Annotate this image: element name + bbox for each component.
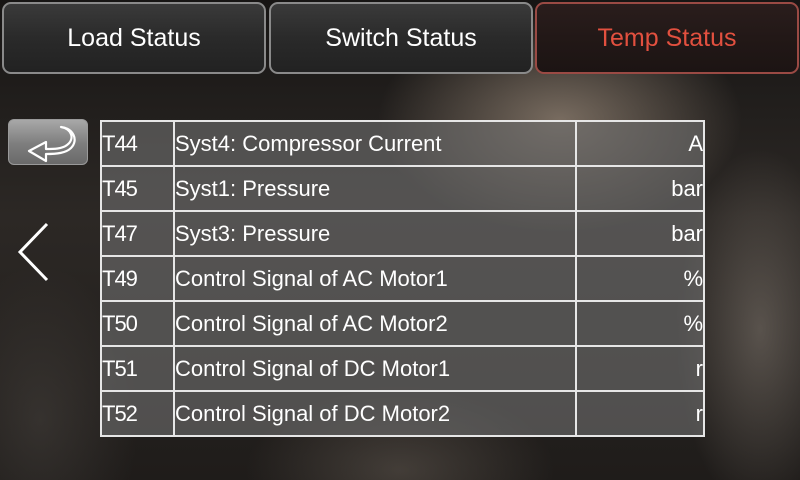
row-unit: % <box>575 300 705 347</box>
table-row: T49 Control Signal of AC Motor1 % <box>100 255 705 302</box>
tab-load-status[interactable]: Load Status <box>2 2 266 74</box>
row-name: Control Signal of DC Motor2 <box>173 390 577 437</box>
table-row: T51 Control Signal of DC Motor1 r <box>100 345 705 392</box>
tab-label: Switch Status <box>325 23 477 52</box>
row-code: T47 <box>100 210 175 257</box>
row-code: T52 <box>100 390 175 437</box>
row-name: Control Signal of DC Motor1 <box>173 345 577 392</box>
row-code: T44 <box>100 120 175 167</box>
temp-status-table: T44 Syst4: Compressor Current A T45 Syst… <box>100 120 705 437</box>
row-code: T45 <box>100 165 175 212</box>
row-name: Control Signal of AC Motor2 <box>173 300 577 347</box>
row-name: Syst3: Pressure <box>173 210 577 257</box>
row-code: T51 <box>100 345 175 392</box>
table-row: T50 Control Signal of AC Motor2 % <box>100 300 705 347</box>
table-row: T44 Syst4: Compressor Current A <box>100 120 705 167</box>
row-unit: r <box>575 390 705 437</box>
row-unit: A <box>575 120 705 167</box>
row-unit: bar <box>575 165 705 212</box>
row-name: Syst1: Pressure <box>173 165 577 212</box>
table-row: T45 Syst1: Pressure bar <box>100 165 705 212</box>
return-arrow-icon <box>27 125 76 163</box>
row-unit: % <box>575 255 705 302</box>
row-unit: bar <box>575 210 705 257</box>
row-name: Syst4: Compressor Current <box>173 120 577 167</box>
tab-temp-status[interactable]: Temp Status <box>535 2 799 74</box>
row-name: Control Signal of AC Motor1 <box>173 255 577 302</box>
tab-switch-status[interactable]: Switch Status <box>269 2 533 74</box>
chevron-left-icon[interactable] <box>14 220 54 284</box>
tab-label: Temp Status <box>597 23 737 52</box>
table-row: T52 Control Signal of DC Motor2 r <box>100 390 705 437</box>
table-row: T47 Syst3: Pressure bar <box>100 210 705 257</box>
row-code: T49 <box>100 255 175 302</box>
tab-label: Load Status <box>67 23 201 52</box>
back-button[interactable] <box>8 119 88 165</box>
row-code: T50 <box>100 300 175 347</box>
row-unit: r <box>575 345 705 392</box>
